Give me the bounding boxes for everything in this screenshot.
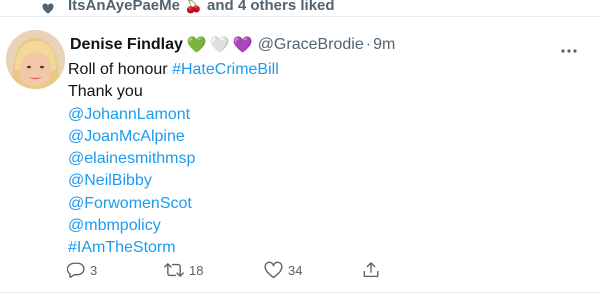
white-heart-emoji: 🤍 xyxy=(209,37,230,54)
tweet-header: Denise Findlay 💚 🤍 💜 @GraceBrodie · 9m xyxy=(70,35,395,55)
liked-by-banner[interactable]: ItsAnAyePaeMe 🍒 and 4 others liked xyxy=(0,0,600,16)
mention-link[interactable]: @NeilBibby xyxy=(68,172,152,189)
like-count: 34 xyxy=(288,262,303,278)
reply-count: 3 xyxy=(90,262,98,278)
purple-heart-emoji: 💜 xyxy=(232,37,253,54)
retweet-button[interactable]: 18 xyxy=(164,261,203,279)
reply-icon xyxy=(67,262,85,278)
bottom-divider xyxy=(0,292,600,293)
liked-by-text: ItsAnAyePaeMe 🍒 and 4 others liked xyxy=(68,0,335,14)
green-heart-emoji: 💚 xyxy=(186,37,207,54)
top-divider xyxy=(0,16,600,17)
retweet-icon xyxy=(164,263,184,277)
mention-link[interactable]: @mbmpolicy xyxy=(68,217,161,234)
share-icon xyxy=(363,262,379,278)
mention-link[interactable]: @ForwomenScot xyxy=(68,195,192,212)
more-options-icon[interactable] xyxy=(560,41,578,53)
author-name[interactable]: Denise Findlay xyxy=(70,36,183,54)
author-handle[interactable]: @GraceBrodie xyxy=(258,36,364,54)
retweet-count: 18 xyxy=(189,262,204,278)
separator-dot: · xyxy=(365,36,372,53)
tweet-actions: 3 18 34 xyxy=(0,259,600,281)
tweet-text-thanks: Thank you xyxy=(68,83,143,101)
mention-link[interactable]: @JohannLamont xyxy=(68,106,190,123)
reply-button[interactable]: 3 xyxy=(67,261,97,279)
tweet-timestamp[interactable]: 9m xyxy=(373,36,395,54)
tweet-text: Roll of honour #HateCrimeBill Thank you … xyxy=(68,59,279,260)
mention-link[interactable]: @elainesmithmsp xyxy=(68,150,195,167)
avatar[interactable] xyxy=(6,30,65,89)
mention-link[interactable]: @JoanMcAlpine xyxy=(68,128,185,145)
like-button[interactable]: 34 xyxy=(264,261,302,279)
tweet-line: Thank you xyxy=(68,81,279,103)
hashtag-link-iamthestorm[interactable]: #IAmTheStorm xyxy=(68,239,176,256)
like-icon xyxy=(264,261,283,279)
share-button[interactable] xyxy=(362,261,380,279)
tweet-line: Roll of honour #HateCrimeBill xyxy=(68,59,279,81)
tweet-text-intro: Roll of honour xyxy=(68,61,173,78)
hashtag-link-hatecrimebill[interactable]: #HateCrimeBill xyxy=(172,61,279,78)
author-emoji: 💚 🤍 💜 xyxy=(187,35,253,55)
avatar-image xyxy=(6,30,65,89)
